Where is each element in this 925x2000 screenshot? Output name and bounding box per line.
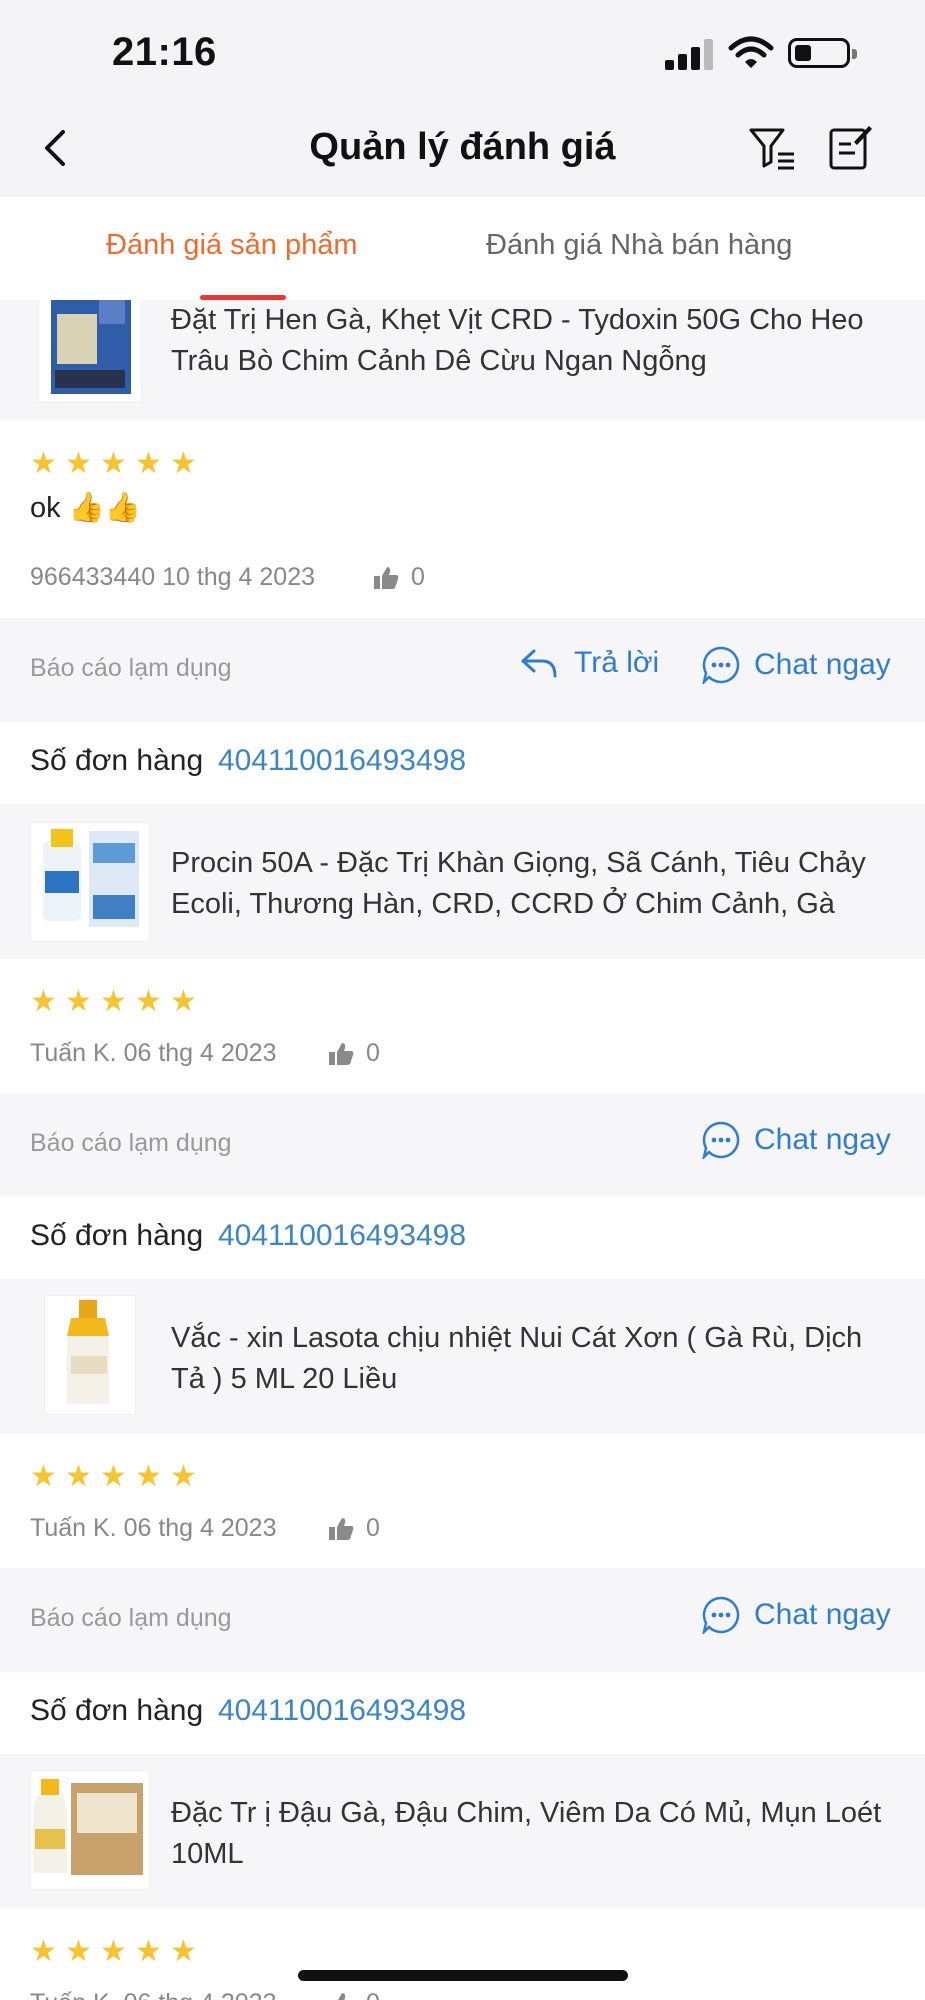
order-number-link[interactable]: 404110016493498 (218, 1219, 466, 1253)
report-abuse-link[interactable]: Báo cáo lạm dụng (30, 1604, 232, 1633)
order-row: Số đơn hàng 404110016493498 (0, 722, 925, 804)
like-button[interactable]: 0 (328, 1039, 380, 1068)
product-image (30, 822, 150, 942)
chat-now-button[interactable]: Chat ngay (702, 1596, 891, 1634)
like-count: 0 (411, 563, 425, 591)
filter-icon[interactable] (748, 124, 798, 174)
review-meta: Tuấn K. 06 thg 4 2023 (30, 1514, 277, 1542)
star-icon: ★ (170, 985, 197, 1018)
chat-bubble-icon (702, 646, 740, 684)
battery-icon (788, 38, 857, 68)
status-bar: 21:16 (0, 0, 925, 100)
like-count: 0 (366, 1039, 380, 1067)
product-image (30, 1770, 150, 1890)
cellular-signal-icon (665, 38, 715, 70)
product-name: Đặt Trị Hen Gà, Khẹt Vịt CRD - Tydoxin 5… (171, 304, 864, 377)
tab-bar: Đánh giá sản phẩm Đánh giá Nhà bán hàng (0, 197, 925, 300)
star-icon: ★ (30, 985, 57, 1018)
star-icon: ★ (65, 1460, 92, 1493)
review-meta: Tuấn K. 06 thg 4 2023 (30, 1989, 276, 2000)
star-icon: ★ (100, 1935, 127, 1968)
product-row[interactable]: Procin 50A - Đặc Trị Khàn Giọng, Sã Cánh… (0, 804, 925, 959)
chat-bubble-icon (702, 1121, 740, 1159)
order-label: Số đơn hàng (30, 744, 204, 777)
chat-now-button[interactable]: Chat ngay (702, 646, 891, 684)
thumbs-up-icon (329, 1517, 354, 1540)
order-number-link[interactable]: 404110016493498 (218, 1694, 466, 1728)
report-abuse-link[interactable]: Báo cáo lạm dụng (30, 1129, 232, 1158)
edit-note-icon[interactable] (828, 122, 874, 172)
like-button[interactable]: 0 (373, 563, 425, 592)
product-name: Vắc - xin Lasota chịu nhiệt Nui Cát Xơn … (171, 1322, 863, 1395)
thumbs-up-icon (337, 1992, 346, 2000)
order-row: Số đơn hàng 404110016493498 (0, 1197, 925, 1279)
review-card: ★ ★ ★ ★ ★ Tuấn K. 06 thg 4 2023 0 (0, 1434, 925, 1568)
star-icon: ★ (170, 1935, 197, 1968)
star-icon: ★ (135, 447, 162, 480)
chat-label: Chat ngay (754, 648, 891, 681)
product-row[interactable]: Vắc - xin Lasota chịu nhiệt Nui Cát Xơn … (0, 1279, 925, 1434)
review-card: ★ ★ ★ ★ ★ Tuấn K. 06 thg 4 2023 0 (0, 1909, 925, 2000)
rating-stars: ★ ★ ★ ★ ★ (30, 1460, 197, 1493)
review-meta: 966433440 10 thg 4 2023 (30, 563, 315, 591)
order-label: Số đơn hàng (30, 1219, 204, 1252)
rating-stars: ★ ★ ★ ★ ★ (30, 985, 197, 1018)
review-actions: Báo cáo lạm dụng Chat ngay (0, 1093, 925, 1197)
report-abuse-link[interactable]: Báo cáo lạm dụng (30, 654, 232, 683)
reply-label: Trả lời (574, 646, 660, 679)
order-number-link[interactable]: 404110016493498 (218, 744, 466, 778)
star-icon: ★ (65, 447, 92, 480)
wifi-icon (728, 36, 774, 68)
product-name: Đặc Tr ị Đậu Gà, Đậu Chim, Viêm Da Có Mủ… (171, 1797, 882, 1870)
like-button[interactable]: 0 (328, 1514, 380, 1543)
like-count: 0 (366, 1989, 380, 2000)
star-icon: ★ (170, 447, 197, 480)
status-time: 21:16 (112, 30, 217, 74)
star-icon: ★ (100, 1460, 127, 1493)
star-icon: ★ (135, 1460, 162, 1493)
thumbs-up-icon (374, 566, 399, 589)
product-row[interactable]: Đặt Trị Hen Gà, Khẹt Vịt CRD - Tydoxin 5… (0, 300, 925, 421)
star-icon: ★ (170, 1460, 197, 1493)
star-icon: ★ (30, 1935, 57, 1968)
tab-product-reviews[interactable]: Đánh giá sản phẩm (106, 229, 358, 262)
chat-label: Chat ngay (754, 1123, 891, 1156)
review-text: ok 👍👍 (30, 492, 141, 524)
product-row[interactable]: Đặc Tr ị Đậu Gà, Đậu Chim, Viêm Da Có Mủ… (0, 1754, 925, 1909)
rating-stars: ★ ★ ★ ★ ★ (30, 447, 197, 480)
order-label: Số đơn hàng (30, 1694, 204, 1727)
star-icon: ★ (135, 1935, 162, 1968)
reply-button[interactable]: Trả lời (520, 646, 659, 680)
like-button[interactable]: 0 (328, 1989, 380, 2000)
product-image (44, 1295, 136, 1415)
chat-label: Chat ngay (754, 1598, 891, 1631)
star-icon: ★ (65, 985, 92, 1018)
rating-stars: ★ ★ ★ ★ ★ (30, 1935, 197, 1968)
star-icon: ★ (100, 447, 127, 480)
review-list[interactable]: Đặt Trị Hen Gà, Khẹt Vịt CRD - Tydoxin 5… (0, 300, 925, 2000)
chat-bubble-icon (702, 1596, 740, 1634)
like-count: 0 (366, 1514, 380, 1542)
review-actions: Báo cáo lạm dụng Trả lời Chat ngay (0, 618, 925, 722)
nav-bar: Quản lý đánh giá (0, 100, 925, 197)
star-icon: ★ (100, 985, 127, 1018)
review-actions: Báo cáo lạm dụng Chat ngay (0, 1568, 925, 1672)
star-icon: ★ (30, 1460, 57, 1493)
order-row: Số đơn hàng 404110016493498 (0, 1672, 925, 1754)
review-card: ★ ★ ★ ★ ★ ok 👍👍 966433440 10 thg 4 2023 … (0, 421, 925, 618)
star-icon: ★ (30, 447, 57, 480)
tab-seller-reviews[interactable]: Đánh giá Nhà bán hàng (486, 229, 792, 262)
star-icon: ★ (135, 985, 162, 1018)
review-card: ★ ★ ★ ★ ★ Tuấn K. 06 thg 4 2023 0 (0, 959, 925, 1093)
product-name: Procin 50A - Đặc Trị Khàn Giọng, Sã Cánh… (171, 847, 866, 920)
thumbs-up-icon (329, 1042, 354, 1065)
home-indicator[interactable] (298, 1970, 628, 1981)
star-icon: ★ (65, 1935, 92, 1968)
review-meta: Tuấn K. 06 thg 4 2023 (30, 1039, 277, 1067)
chat-now-button[interactable]: Chat ngay (702, 1121, 891, 1159)
reply-arrow-icon (521, 649, 557, 678)
product-image (38, 300, 142, 403)
